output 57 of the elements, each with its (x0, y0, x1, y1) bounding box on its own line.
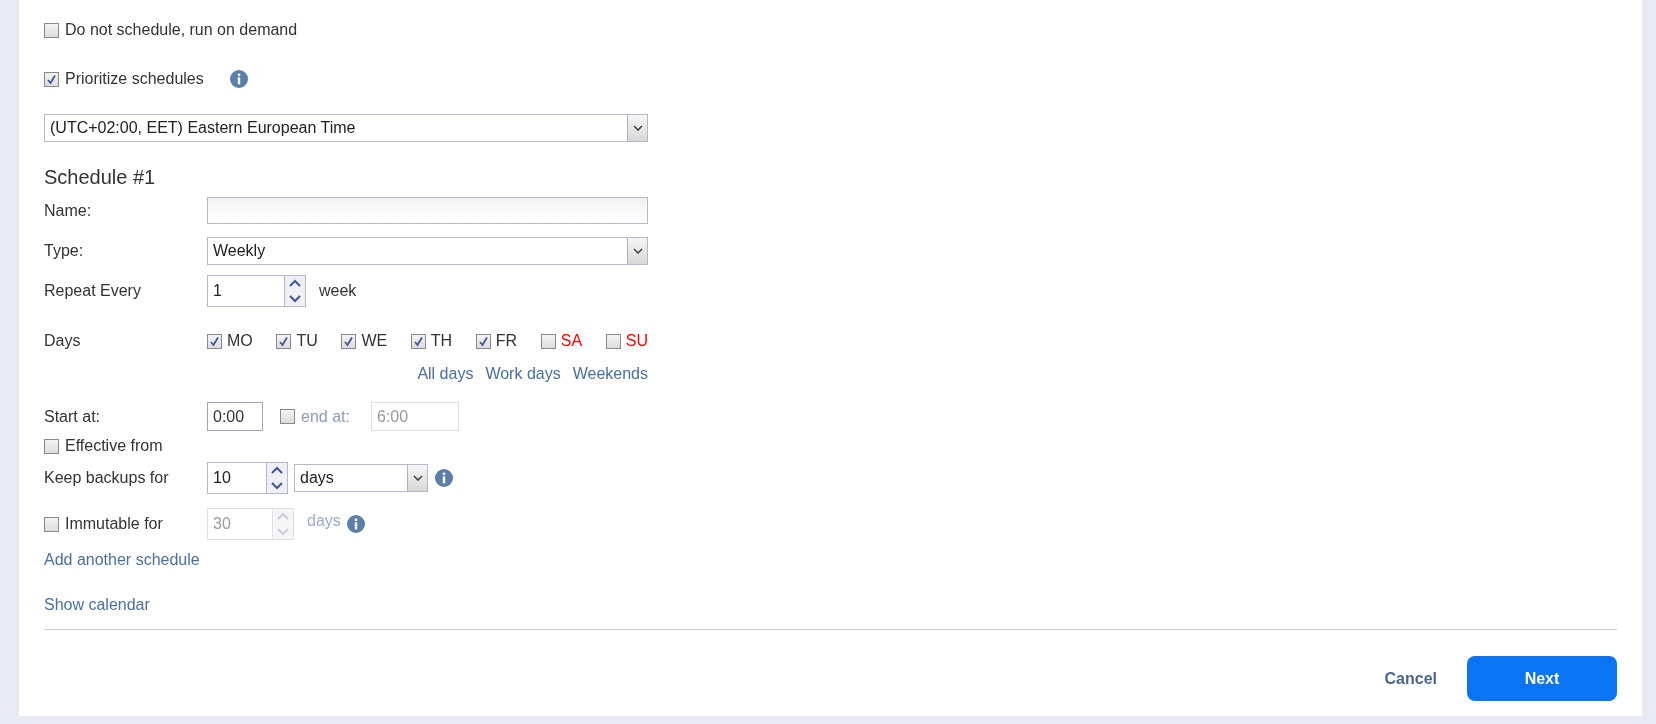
checkbox[interactable] (44, 438, 59, 454)
check-icon (412, 335, 424, 347)
field-label: Start at: (44, 406, 102, 427)
number-field[interactable]: 1 (207, 275, 306, 307)
day-label: FR (495, 331, 518, 351)
day-preset-link[interactable]: All days (417, 362, 474, 386)
field-label: Repeat Every (44, 281, 142, 301)
checkbox[interactable] (605, 333, 621, 349)
next-button[interactable]: Next (1467, 656, 1617, 701)
check-icon (477, 335, 489, 347)
field-label: Type: (44, 240, 85, 261)
day-preset-link[interactable]: Work days (485, 362, 561, 386)
info-icon[interactable] (346, 515, 365, 533)
dropdown[interactable]: (UTC+02:00, EET) Eastern European Time (44, 114, 648, 142)
checkbox[interactable] (540, 333, 556, 349)
show-calendar-link[interactable]: Show calendar (44, 593, 150, 617)
field-label: Keep backups for (44, 468, 170, 488)
unit-label: week (319, 281, 357, 301)
day-label: TH (430, 331, 453, 351)
day-label: SU (625, 331, 648, 351)
section-title: Schedule #1 (44, 165, 157, 189)
checkbox[interactable] (44, 22, 59, 38)
start-time-field[interactable]: 0:00 (207, 402, 263, 431)
day-label: WE (361, 331, 388, 351)
day-label: SA (560, 331, 583, 351)
info-icon[interactable] (435, 469, 453, 487)
day-label: MO (227, 331, 253, 351)
end-time-label: end at: (301, 406, 350, 427)
name-field[interactable] (207, 197, 648, 224)
checkbox[interactable] (207, 333, 222, 349)
field-label: Name: (44, 200, 93, 221)
day-label: TU (296, 331, 318, 351)
check-icon (343, 335, 355, 347)
caret-icon (632, 247, 643, 254)
caret-icon (412, 475, 423, 481)
checkbox-label: Immutable for (65, 514, 163, 534)
day-preset-link[interactable]: Weekends (572, 362, 648, 386)
checkbox[interactable] (276, 333, 292, 349)
dropdown[interactable]: days (294, 464, 428, 492)
field-label: Days (44, 331, 82, 351)
info-icon[interactable] (229, 70, 248, 88)
check-icon (46, 73, 57, 85)
checkbox[interactable] (44, 71, 59, 87)
caret-icon (632, 125, 643, 131)
unit-label: days (307, 511, 341, 531)
checkbox-label: Prioritize schedules (65, 69, 204, 89)
checkbox-label: Do not schedule, run on demand (65, 20, 298, 40)
checkbox[interactable] (410, 333, 426, 349)
check-icon (209, 335, 220, 347)
check-icon (278, 335, 290, 347)
checkbox[interactable] (341, 333, 357, 349)
checkbox[interactable] (475, 333, 491, 349)
add-schedule-link[interactable]: Add another schedule (44, 548, 200, 572)
checkbox-label: Effective from (65, 436, 163, 456)
number-field[interactable]: 10 (207, 462, 288, 494)
cancel-button[interactable]: Cancel (1382, 666, 1439, 691)
dropdown[interactable]: Weekly (207, 236, 648, 265)
